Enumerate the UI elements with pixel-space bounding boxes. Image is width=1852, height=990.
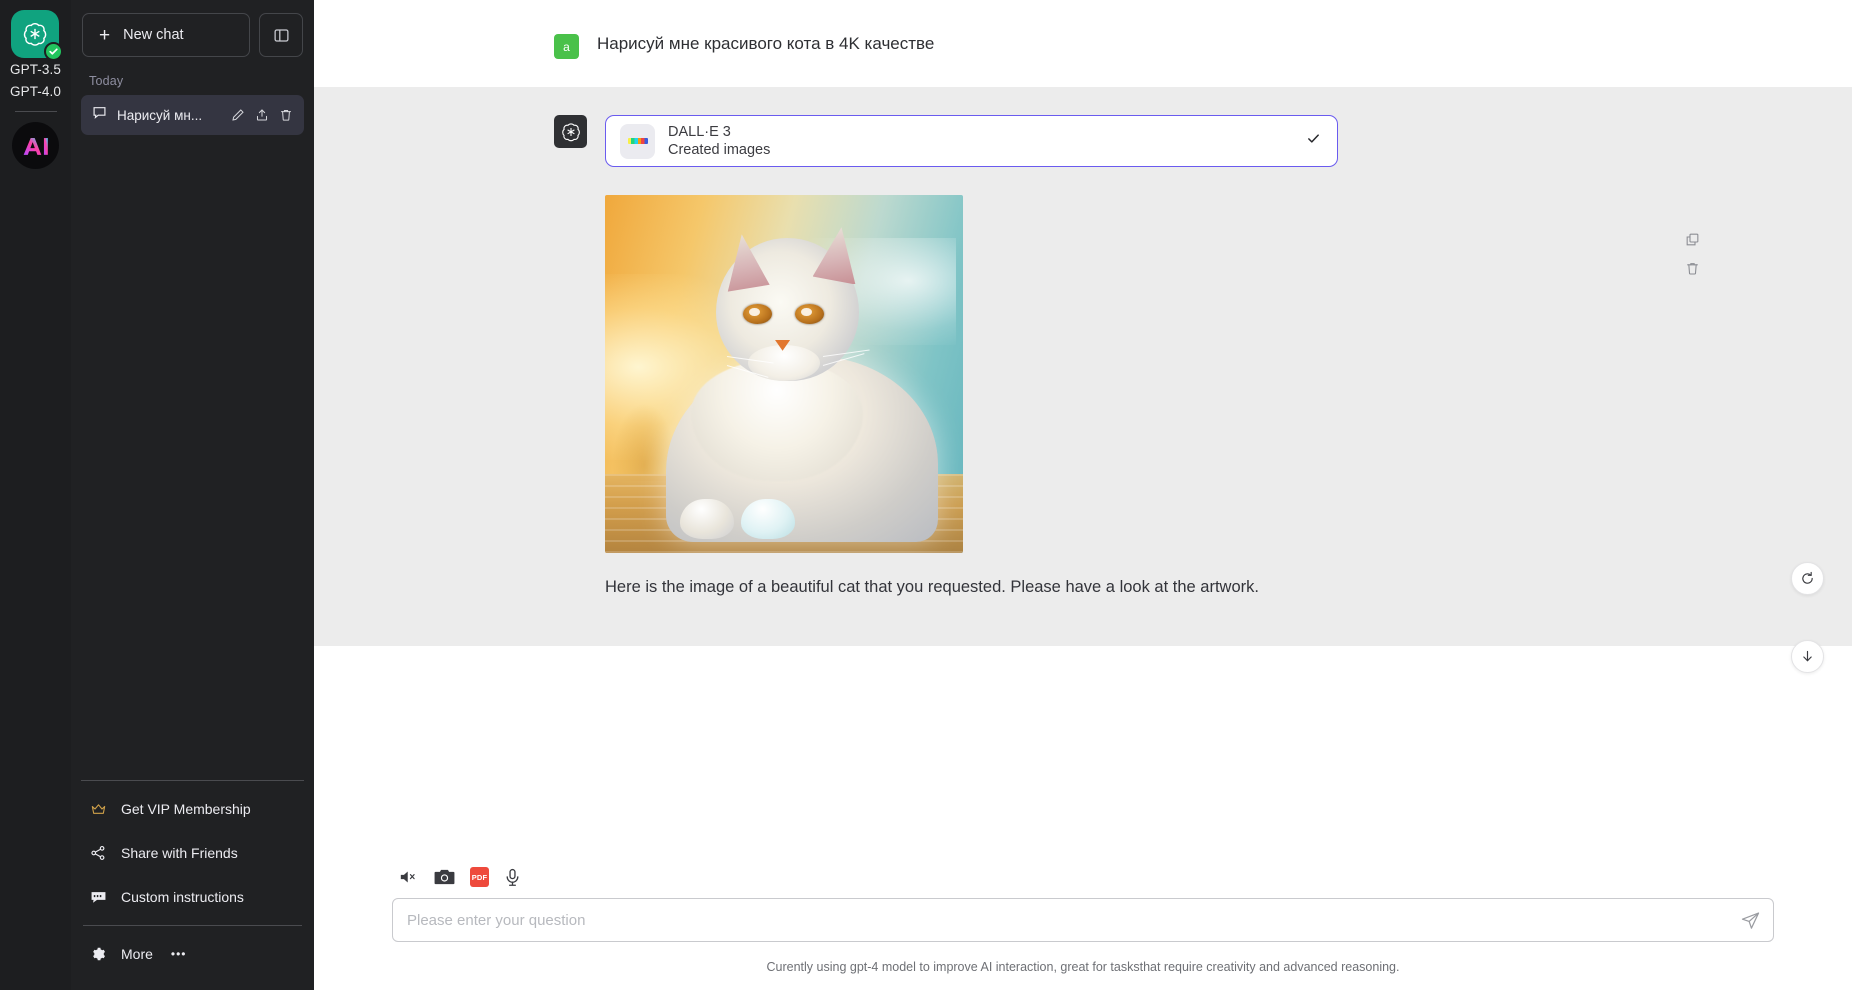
sidebar-item-custom-instructions[interactable]: Custom instructions: [81, 875, 304, 919]
copy-icon[interactable]: [1685, 232, 1700, 247]
speaker-muted-icon[interactable]: [399, 868, 419, 886]
edit-pencil-icon[interactable]: [231, 108, 245, 122]
model-label-gpt35[interactable]: GPT-3.5: [10, 62, 61, 77]
assistant-message-text: Here is the image of a beautiful cat tha…: [605, 578, 1259, 596]
sidebar-header: + New chat: [81, 0, 304, 57]
trash-icon[interactable]: [279, 108, 293, 122]
user-message: a Нарисуй мне красивого кота в 4K качест…: [314, 0, 1852, 87]
send-paper-plane-icon[interactable]: [1730, 910, 1761, 931]
pdf-icon[interactable]: PDF: [470, 867, 489, 887]
chat-item-actions: [231, 108, 293, 122]
conversation-thread: a Нарисуй мне красивого кота в 4K качест…: [314, 0, 1852, 867]
trash-icon[interactable]: [1685, 261, 1700, 276]
openai-logo-wrap[interactable]: [11, 10, 64, 61]
sidebar-item-label: More: [121, 946, 153, 962]
avatar: a: [554, 34, 579, 59]
composer: PDF Curently usin: [314, 867, 1852, 990]
openai-logo-icon: [554, 115, 587, 148]
assistant-message: DALL·E 3 Created images Here is the imag…: [314, 87, 1852, 646]
new-chat-label: New chat: [123, 27, 184, 43]
speech-bubble-icon: [89, 890, 107, 905]
sidebar-item-label: Custom instructions: [121, 889, 244, 905]
chat-bubble-icon: [92, 105, 107, 125]
ai-avatar-icon[interactable]: [12, 122, 59, 169]
message-input-wrap[interactable]: [392, 898, 1774, 942]
message-side-actions: [1685, 232, 1700, 276]
gradient-bar: [627, 138, 648, 144]
rail-divider: [14, 111, 57, 112]
share-nodes-icon: [89, 845, 107, 861]
model-rail: GPT-3.5 GPT-4.0: [0, 0, 71, 990]
assistant-row: DALL·E 3 Created images Here is the imag…: [554, 115, 1852, 600]
footer-note: Curently using gpt-4 model to improve AI…: [766, 960, 1400, 974]
sidebar-divider-top: [81, 780, 304, 781]
main-content: a Нарисуй мне красивого кота в 4K качест…: [314, 0, 1852, 990]
sidebar-divider-mid: [83, 925, 302, 926]
model-switcher[interactable]: GPT-3.5 GPT-4.0: [10, 10, 64, 99]
regenerate-icon[interactable]: [1791, 562, 1824, 595]
sidebar-item-more[interactable]: More •••: [81, 932, 304, 976]
sidebar-footer-menu: Get VIP Membership Share with Friends Cu…: [81, 780, 304, 990]
tool-card-title: DALL·E 3: [668, 124, 731, 140]
camera-icon[interactable]: [434, 868, 455, 886]
search-input[interactable]: [407, 911, 1730, 929]
crown-icon: [89, 802, 107, 817]
dalle-gradient-icon: [620, 123, 655, 159]
generated-image[interactable]: [605, 195, 963, 553]
cat-paw-right: [741, 499, 795, 539]
chat-item-title: Нарисуй мн...: [117, 107, 203, 123]
sidebar-chat-item[interactable]: Нарисуй мн...: [81, 95, 304, 135]
cat-muzzle: [748, 345, 820, 382]
cat-illustration: [605, 195, 963, 553]
microphone-icon[interactable]: [504, 868, 521, 887]
user-message-text: Нарисуй мне красивого кота в 4K качестве: [597, 34, 935, 53]
sidebar-item-label: Get VIP Membership: [121, 801, 251, 817]
scroll-to-bottom-icon[interactable]: [1791, 640, 1824, 673]
sidebar-item-label: Share with Friends: [121, 845, 238, 861]
check-badge-icon: [44, 42, 64, 61]
assistant-body: DALL·E 3 Created images Here is the imag…: [605, 115, 1852, 600]
checkmark-icon: [1306, 131, 1323, 151]
composer-tools: PDF: [392, 867, 1774, 887]
more-dots-icon: •••: [170, 947, 187, 961]
plus-icon: +: [99, 24, 111, 46]
new-chat-button[interactable]: + New chat: [82, 13, 250, 57]
model-label-gpt40[interactable]: GPT-4.0: [10, 84, 61, 99]
tool-card-texts: DALL·E 3 Created images: [668, 124, 1293, 158]
section-label-today: Today: [89, 74, 124, 88]
gear-icon: [89, 946, 107, 962]
tool-card-subtitle: Created images: [668, 142, 771, 158]
sidebar-toggle-button[interactable]: [259, 13, 303, 57]
sidebar-item-vip[interactable]: Get VIP Membership: [81, 787, 304, 831]
tool-invocation-card[interactable]: DALL·E 3 Created images: [605, 115, 1338, 167]
sidebar: + New chat Today Нарисуй мн... Get VIP M…: [71, 0, 314, 990]
cat-paw-left: [680, 499, 734, 539]
app-root: GPT-3.5 GPT-4.0 + New chat Today Нарисуй…: [0, 0, 1852, 990]
share-upload-icon[interactable]: [255, 108, 269, 122]
sidebar-item-share[interactable]: Share with Friends: [81, 831, 304, 875]
